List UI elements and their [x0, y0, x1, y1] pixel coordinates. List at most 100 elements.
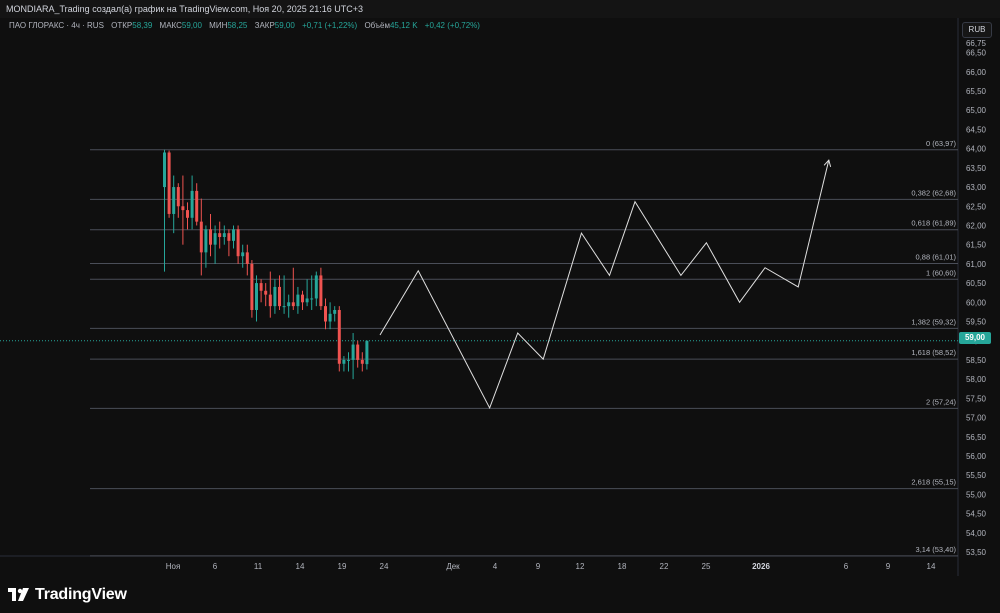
fib-level-label: 2 (57,24) [926, 397, 957, 406]
price-tick-label: 64,00 [966, 145, 987, 154]
candle-body [333, 309, 337, 314]
price-tick-label: 61,00 [966, 260, 987, 269]
chart-title: MONDIARA_Trading создал(а) график на Tra… [6, 4, 363, 14]
time-tick-label: 9 [886, 562, 891, 571]
time-tick-label: 12 [576, 562, 585, 571]
fib-level-label: 2,618 (55,15) [911, 478, 956, 487]
candle-body [199, 221, 203, 253]
tradingview-logo[interactable]: TradingView [8, 586, 127, 604]
candle-body [167, 152, 171, 214]
price-tick-label: 66,50 [966, 49, 987, 58]
time-tick-label: 11 [254, 562, 263, 571]
candle-body [337, 309, 341, 364]
candle-body [245, 252, 249, 264]
price-tick-label: 56,00 [966, 452, 987, 461]
price-tick-label: 60,50 [966, 279, 987, 288]
candle-body [305, 298, 309, 303]
candle-body [319, 275, 323, 307]
price-tick-label: 56,50 [966, 433, 987, 442]
candle-body [328, 313, 332, 322]
candle-body [227, 233, 231, 241]
candle-body [218, 233, 222, 237]
fib-level-label: 0 (63,97) [926, 139, 957, 148]
candle-body [301, 294, 304, 303]
time-tick-label: 6 [844, 562, 849, 571]
price-tick-label: 54,50 [966, 510, 987, 519]
candle-body [314, 275, 318, 299]
time-tick-label: Дек [446, 562, 460, 571]
price-chart[interactable]: 0 (63,97) 0,382 (62,68) 0,618 (61,89) 0,88 … [0, 18, 1000, 576]
fib-level-label: 1,618 (58,52) [911, 348, 956, 357]
price-tick-label: 53,50 [966, 548, 987, 557]
time-tick-label: 14 [927, 562, 936, 571]
candle-body [255, 283, 258, 310]
fib-level-label: 3,14 (53,40) [916, 545, 957, 554]
fibonacci-levels[interactable]: 0 (63,97) 0,382 (62,68) 0,618 (61,89) 0,88 … [90, 139, 958, 557]
time-axis[interactable]: Ноя 6 11 14 19 24 Дек 4 9 12 18 22 25 2026 6 9 14 [166, 562, 936, 571]
candle-body [241, 252, 245, 257]
candle-body [264, 290, 268, 295]
candle-body [181, 206, 185, 211]
candle-body [282, 306, 286, 308]
price-tick-label: 61,50 [966, 241, 987, 250]
price-tick-label: 62,00 [966, 221, 987, 230]
price-tick-label: 65,50 [966, 87, 987, 96]
time-tick-label: 9 [536, 562, 541, 571]
candle-body [310, 298, 314, 300]
time-tick-label: 2026 [752, 562, 770, 571]
currency-button[interactable]: RUB [962, 22, 992, 38]
fib-level-label: 1,382 (59,32) [911, 317, 956, 326]
candle-body [360, 359, 364, 364]
time-tick-label: 25 [702, 562, 711, 571]
time-tick-label: 18 [618, 562, 627, 571]
candle-body [163, 152, 166, 188]
tradingview-logo-text: TradingView [35, 586, 127, 603]
candle-body [324, 306, 327, 322]
time-tick-label: 4 [493, 562, 498, 571]
time-tick-label: 24 [380, 562, 389, 571]
projection-path[interactable] [379, 159, 832, 410]
candle-body [172, 187, 176, 214]
candle-body [351, 344, 355, 360]
projection-line [379, 160, 830, 410]
price-tick-label: 65,00 [966, 106, 987, 115]
header-bar: MONDIARA_Trading создал(а) график на Tra… [0, 0, 1000, 18]
price-tick-label: 66,00 [966, 68, 987, 77]
candle-body [186, 210, 189, 218]
price-tick-label: 58,00 [966, 375, 987, 384]
candle-body [342, 359, 346, 364]
price-tick-label: 55,50 [966, 471, 987, 480]
footer [0, 576, 1000, 613]
candle-body [190, 190, 194, 218]
price-tick-label: 57,50 [966, 394, 987, 403]
current-price-label: 59,00 [959, 332, 991, 344]
candle-body [236, 229, 240, 257]
candles [163, 149, 369, 380]
candle-body [291, 302, 295, 307]
time-tick-label: 19 [338, 562, 347, 571]
candle-body [209, 229, 212, 245]
price-tick-label: 63,00 [966, 183, 987, 192]
grid [0, 18, 959, 576]
time-tick-label: 22 [660, 562, 669, 571]
price-axis[interactable]: 66,7566,50 66,00 65,50 65,00 64,50 64,00 63,50… [966, 39, 987, 557]
candle-body [273, 286, 277, 307]
fib-level-label: 0,618 (61,89) [911, 219, 956, 228]
time-tick-label: 14 [296, 562, 305, 571]
fib-level-label: 0,88 (61,01) [916, 253, 957, 262]
time-tick-label: Ноя [166, 562, 181, 571]
candle-body [204, 229, 208, 253]
tradingview-logo-icon [8, 588, 30, 602]
price-tick-label: 55,00 [966, 490, 987, 499]
candle-body [222, 233, 226, 237]
candle-body [232, 229, 235, 241]
price-tick-label: 66,75 [966, 39, 987, 48]
price-tick-label: 58,50 [966, 356, 987, 365]
candle-body [287, 302, 291, 307]
time-tick-label: 6 [213, 562, 218, 571]
price-tick-label: 63,50 [966, 164, 987, 173]
candle-body [296, 294, 300, 307]
candle-body [356, 344, 360, 360]
price-tick-label: 57,00 [966, 414, 987, 423]
fib-level-label: 1 (60,60) [926, 268, 957, 277]
